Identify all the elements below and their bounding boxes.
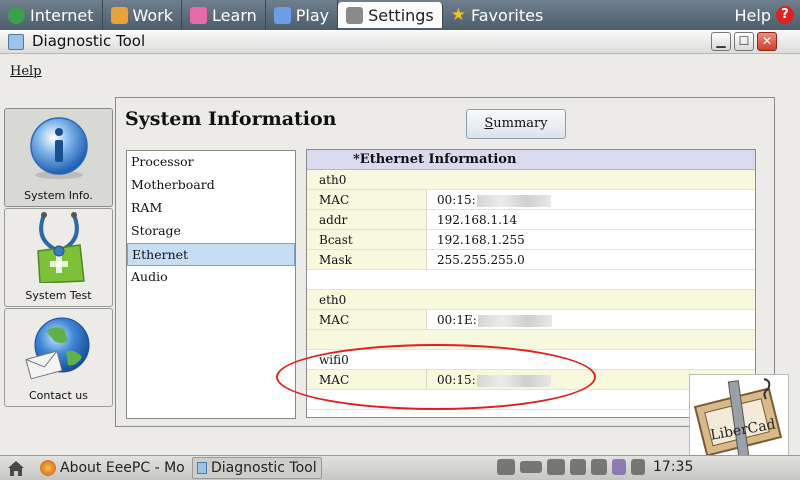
tab-label: Play [295, 5, 330, 25]
app-icon [8, 34, 24, 50]
group-row: eth0 [307, 290, 755, 310]
list-item-ram[interactable]: RAM [127, 197, 295, 220]
clock: 17:35 [653, 459, 694, 475]
home-icon[interactable] [6, 459, 26, 477]
wifi-icon[interactable] [547, 459, 565, 475]
tab-internet[interactable]: Internet [0, 0, 103, 30]
network-icon[interactable] [497, 459, 515, 475]
pen-icon[interactable] [612, 459, 626, 475]
tab-play[interactable]: Play [266, 0, 339, 30]
task-label: About EeePC - Mo [60, 460, 185, 476]
menu-help-label: Help [10, 64, 42, 79]
row-key: MAC [307, 190, 427, 209]
minimize-button[interactable]: ▁ [711, 32, 731, 51]
spacer-row [307, 270, 755, 290]
page-title: System Information [125, 108, 337, 130]
group-label: eth0 [319, 293, 347, 307]
row-key: Mask [307, 250, 427, 269]
tab-label: Work [132, 5, 174, 25]
window-title: Diagnostic Tool [32, 32, 146, 50]
group-label: ath0 [319, 173, 347, 187]
summary-mnemonic: S [484, 116, 494, 131]
task-diagnostic-tool[interactable]: Diagnostic Tool [192, 457, 322, 479]
table-row: Mask 255.255.255.0 [307, 250, 755, 270]
row-key: Bcast [307, 230, 427, 249]
taskbar: About EeePC - Mo Diagnostic Tool 17:35 [0, 455, 800, 480]
globe-icon [8, 6, 25, 24]
sidebar-item-label: System Test [25, 289, 92, 302]
table-row: MAC 00:1E: [307, 310, 755, 330]
table-row: addr 192.168.1.14 [307, 210, 755, 230]
row-value-text: 00:15: [437, 193, 476, 207]
group-row: ath0 [307, 170, 755, 190]
summary-label: ummary [493, 116, 548, 131]
row-value: 192.168.1.255 [427, 230, 755, 249]
volume-icon[interactable] [631, 459, 645, 475]
info-icon [30, 117, 88, 179]
table-row: Bcast 192.168.1.255 [307, 230, 755, 250]
row-value: 255.255.255.0 [427, 250, 755, 269]
keyboard-icon[interactable] [570, 459, 586, 475]
gamepad-icon [273, 6, 291, 24]
help-icon: ? [776, 6, 794, 24]
briefcase-icon [110, 6, 128, 24]
list-item-motherboard[interactable]: Motherboard [127, 174, 295, 197]
task-about-eeepc[interactable]: About EeePC - Mo [36, 457, 189, 479]
list-item-audio[interactable]: Audio [127, 266, 295, 289]
row-value: 00:1E: [427, 310, 755, 329]
info-header: *Ethernet Information [307, 150, 755, 170]
stethoscope-icon [37, 212, 85, 283]
summary-button[interactable]: Summary [466, 109, 566, 139]
maximize-button[interactable]: ☐ [734, 32, 754, 51]
firefox-icon [40, 460, 56, 476]
list-item-processor[interactable]: Processor [127, 151, 295, 174]
sidebar-item-label: System Info. [24, 189, 93, 202]
sidebar-item-system-test[interactable]: System Test [4, 208, 113, 307]
red-annotation-circle [276, 344, 596, 410]
minimize-icon: ▁ [716, 34, 726, 48]
list-item-ethernet[interactable]: Ethernet [127, 243, 295, 266]
category-list[interactable]: Processor Motherboard RAM Storage Ethern… [126, 150, 296, 419]
sidebar-item-contact-us[interactable]: Contact us [4, 308, 113, 407]
top-help-button[interactable]: Help ? [735, 0, 794, 30]
row-value: 192.168.1.14 [427, 210, 755, 229]
row-value-text: 00:1E: [437, 313, 477, 327]
tab-favorites[interactable]: ★ Favorites [443, 0, 552, 30]
close-button[interactable]: ✕ [757, 32, 777, 51]
battery-icon[interactable] [520, 461, 542, 473]
wrench-icon [346, 6, 364, 24]
book-icon [190, 6, 208, 24]
star-icon: ★ [450, 5, 467, 25]
globe-mail-icon [25, 317, 90, 380]
row-key: MAC [307, 310, 427, 329]
tab-label: Favorites [471, 5, 544, 25]
tab-label: Learn [212, 5, 257, 25]
row-value: 00:15: [427, 190, 755, 209]
sidebar-item-system-info[interactable]: System Info. [4, 108, 113, 207]
close-icon: ✕ [761, 34, 773, 48]
font-icon[interactable] [591, 459, 607, 475]
row-key: addr [307, 210, 427, 229]
tab-settings[interactable]: Settings [338, 2, 443, 28]
tab-work[interactable]: Work [103, 0, 183, 30]
redacted-block [476, 194, 551, 207]
list-item-storage[interactable]: Storage [127, 220, 295, 243]
redacted-block [477, 314, 552, 327]
menu-help[interactable]: Help [10, 64, 42, 79]
diag-app-icon [197, 462, 207, 474]
top-tab-bar: Internet Work Learn Play Settings ★ Favo… [0, 0, 800, 30]
system-tray [497, 459, 645, 475]
tab-label: Settings [368, 5, 434, 25]
sidebar-item-label: Contact us [29, 389, 88, 402]
tab-learn[interactable]: Learn [182, 0, 266, 30]
task-label: Diagnostic Tool [211, 460, 317, 476]
maximize-icon: ☐ [738, 34, 750, 48]
title-bar[interactable]: Diagnostic Tool ▁ ☐ ✕ [0, 30, 800, 54]
menu-bar: Help [0, 55, 800, 87]
table-row: MAC 00:15: [307, 190, 755, 210]
top-help-label: Help [734, 5, 771, 25]
tab-label: Internet [30, 5, 94, 25]
